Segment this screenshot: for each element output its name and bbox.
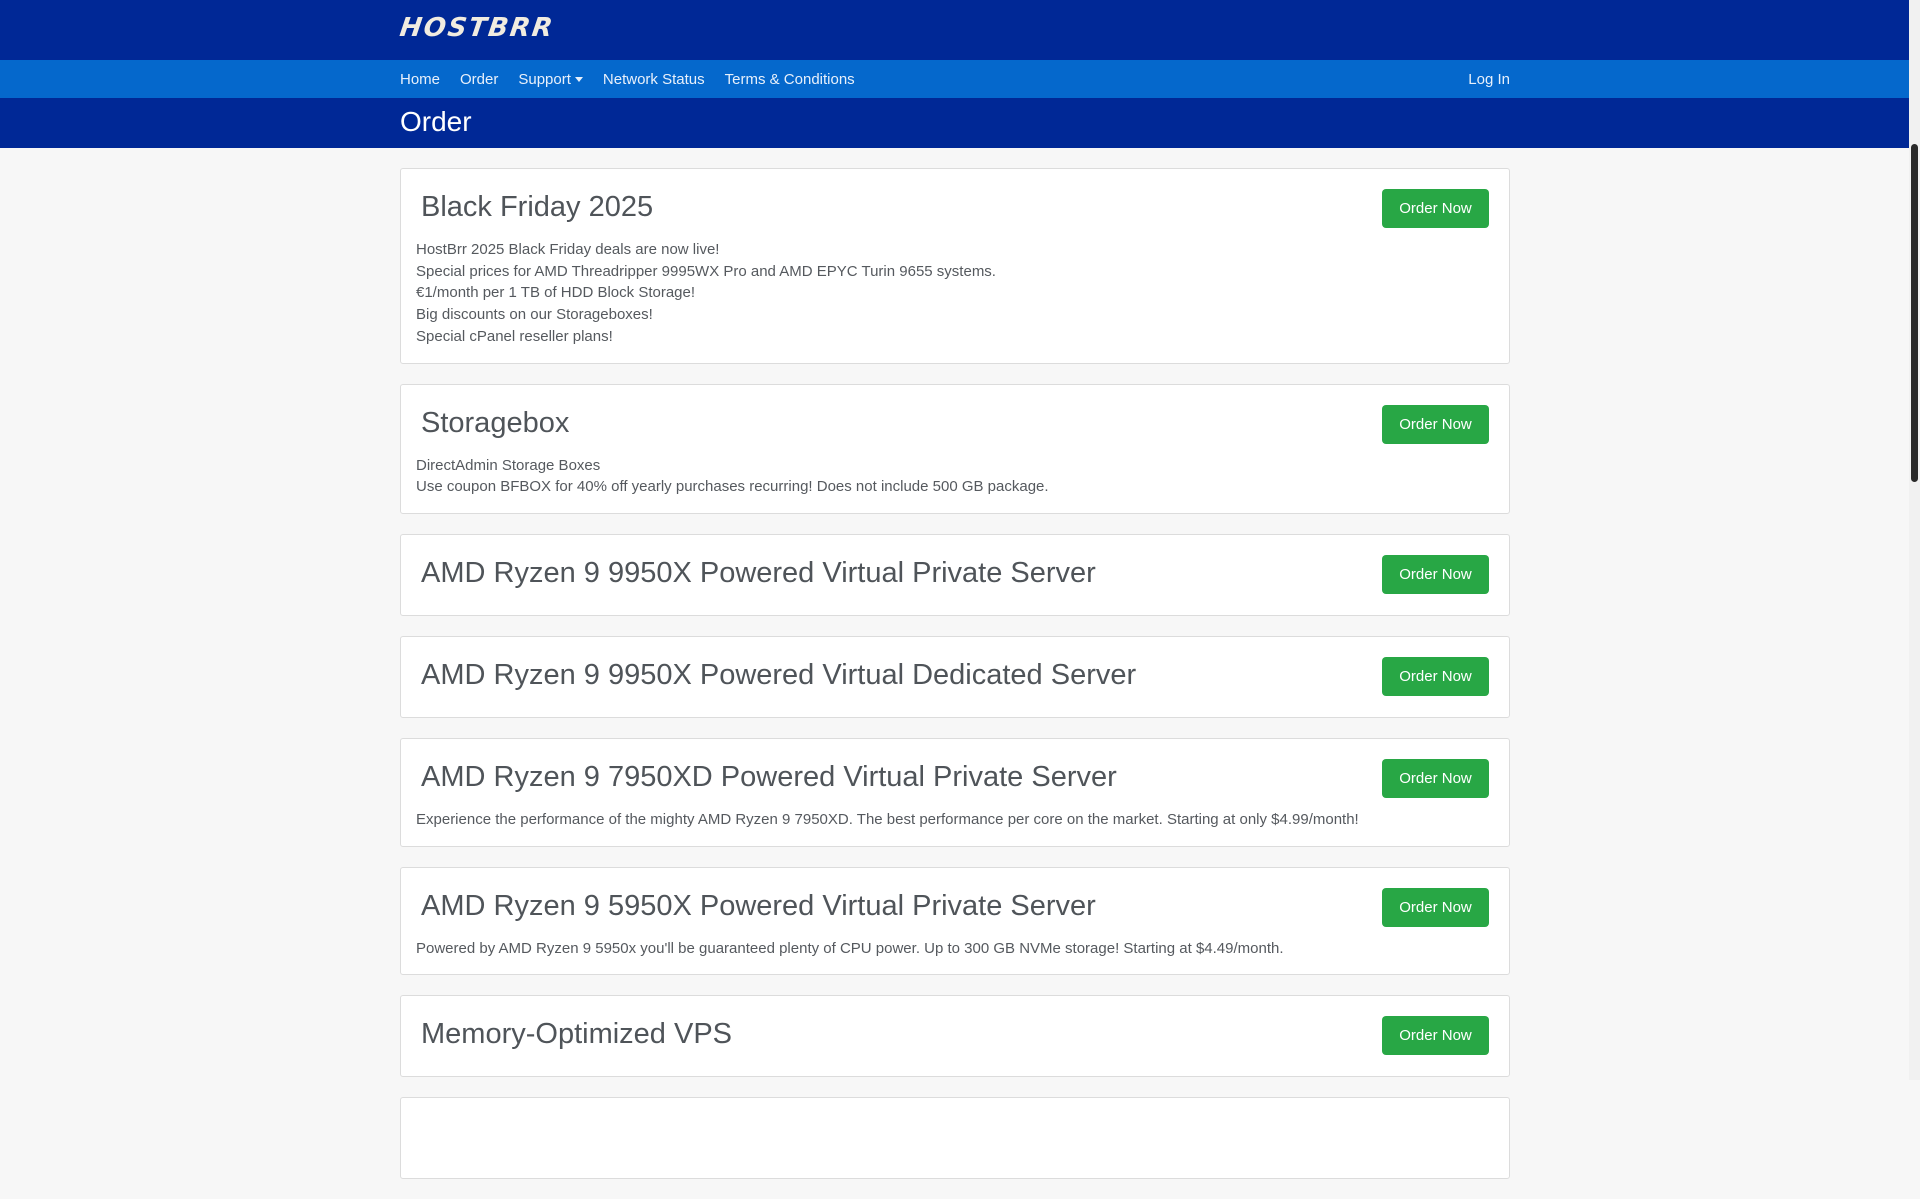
- page-scrollbar[interactable]: [1909, 0, 1920, 1080]
- product-description: HostBrr 2025 Black Friday deals are now …: [416, 239, 1489, 348]
- nav-support[interactable]: Support: [518, 71, 583, 88]
- product-card: Black Friday 2025 HostBrr 2025 Black Fri…: [400, 168, 1510, 364]
- product-title: Storagebox: [421, 406, 570, 439]
- product-card: AMD Ryzen 9 9950X Powered Virtual Dedica…: [400, 635, 1510, 718]
- nav-links: Home Order Support Network Status Terms …: [400, 60, 875, 98]
- product-card: AMD Ryzen 9 7950XD Powered Virtual Priva…: [400, 737, 1510, 847]
- product-description: Powered by AMD Ryzen 9 5950x you'll be g…: [416, 938, 1489, 960]
- scrollbar-thumb[interactable]: [1911, 144, 1918, 482]
- product-card: Memory-Optimized VPS Order Now: [400, 995, 1510, 1078]
- product-title: Black Friday 2025: [421, 191, 654, 223]
- product-title: AMD Ryzen 9 9950X Powered Virtual Privat…: [421, 556, 1096, 589]
- nav-order[interactable]: Order: [460, 71, 498, 88]
- description-line: Big discounts on our Storageboxes!: [416, 306, 653, 324]
- product-title: AMD Ryzen 9 7950XD Powered Virtual Priva…: [421, 760, 1117, 793]
- description-line: HostBrr 2025 Black Friday deals are now …: [416, 241, 720, 258]
- order-now-button[interactable]: Order Now: [1382, 758, 1489, 798]
- description-line: Experience the performance of the mighty…: [416, 810, 1359, 828]
- description-line: €1/month per 1 TB of HDD Block Storage!: [416, 284, 696, 302]
- product-group-list: Black Friday 2025 HostBrr 2025 Black Fri…: [400, 168, 1510, 1199]
- order-now-button[interactable]: Order Now: [1382, 189, 1489, 228]
- nav-network-status[interactable]: Network Status: [603, 71, 705, 88]
- top-header: HOSTBRR: [0, 0, 1909, 60]
- product-description: DirectAdmin Storage Boxes Use coupon BFB…: [416, 455, 1489, 498]
- product-title: Memory-Optimized VPS: [421, 1018, 733, 1051]
- product-card-partial: [400, 1097, 1510, 1180]
- description-line: Powered by AMD Ryzen 9 5950x you'll be g…: [416, 939, 1284, 957]
- product-card: AMD Ryzen 9 9950X Powered Virtual Privat…: [400, 533, 1510, 616]
- product-title: AMD Ryzen 9 5950X Powered Virtual Privat…: [421, 889, 1096, 922]
- order-now-button[interactable]: Order Now: [1382, 554, 1489, 594]
- order-now-button[interactable]: Order Now: [1382, 404, 1489, 444]
- main-navbar: Home Order Support Network Status Terms …: [0, 60, 1909, 98]
- nav-support-label: Support: [518, 70, 571, 88]
- order-now-button[interactable]: Order Now: [1382, 656, 1489, 696]
- page-title-band: Order: [0, 98, 1909, 148]
- page-title: Order: [400, 106, 472, 137]
- order-now-button[interactable]: Order Now: [1382, 1016, 1489, 1056]
- product-title: AMD Ryzen 9 9950X Powered Virtual Dedica…: [421, 658, 1137, 691]
- product-card: Storagebox DirectAdmin Storage Boxes Use…: [400, 383, 1510, 514]
- product-card: AMD Ryzen 9 5950X Powered Virtual Privat…: [400, 866, 1510, 976]
- description-line: DirectAdmin Storage Boxes: [416, 456, 601, 474]
- caret-down-icon: [574, 76, 583, 82]
- description-line: Use coupon BFBOX for 40% off yearly purc…: [416, 478, 1049, 496]
- nav-home[interactable]: Home: [400, 71, 440, 88]
- login-link[interactable]: Log In: [1468, 60, 1510, 98]
- product-description: Experience the performance of the mighty…: [416, 809, 1489, 831]
- description-line: Special prices for AMD Threadripper 9995…: [416, 262, 996, 280]
- brand-logo[interactable]: HOSTBRR: [398, 13, 556, 43]
- description-line: Special cPanel reseller plans!: [416, 327, 613, 345]
- order-now-button[interactable]: Order Now: [1382, 887, 1489, 927]
- nav-terms[interactable]: Terms & Conditions: [725, 71, 855, 88]
